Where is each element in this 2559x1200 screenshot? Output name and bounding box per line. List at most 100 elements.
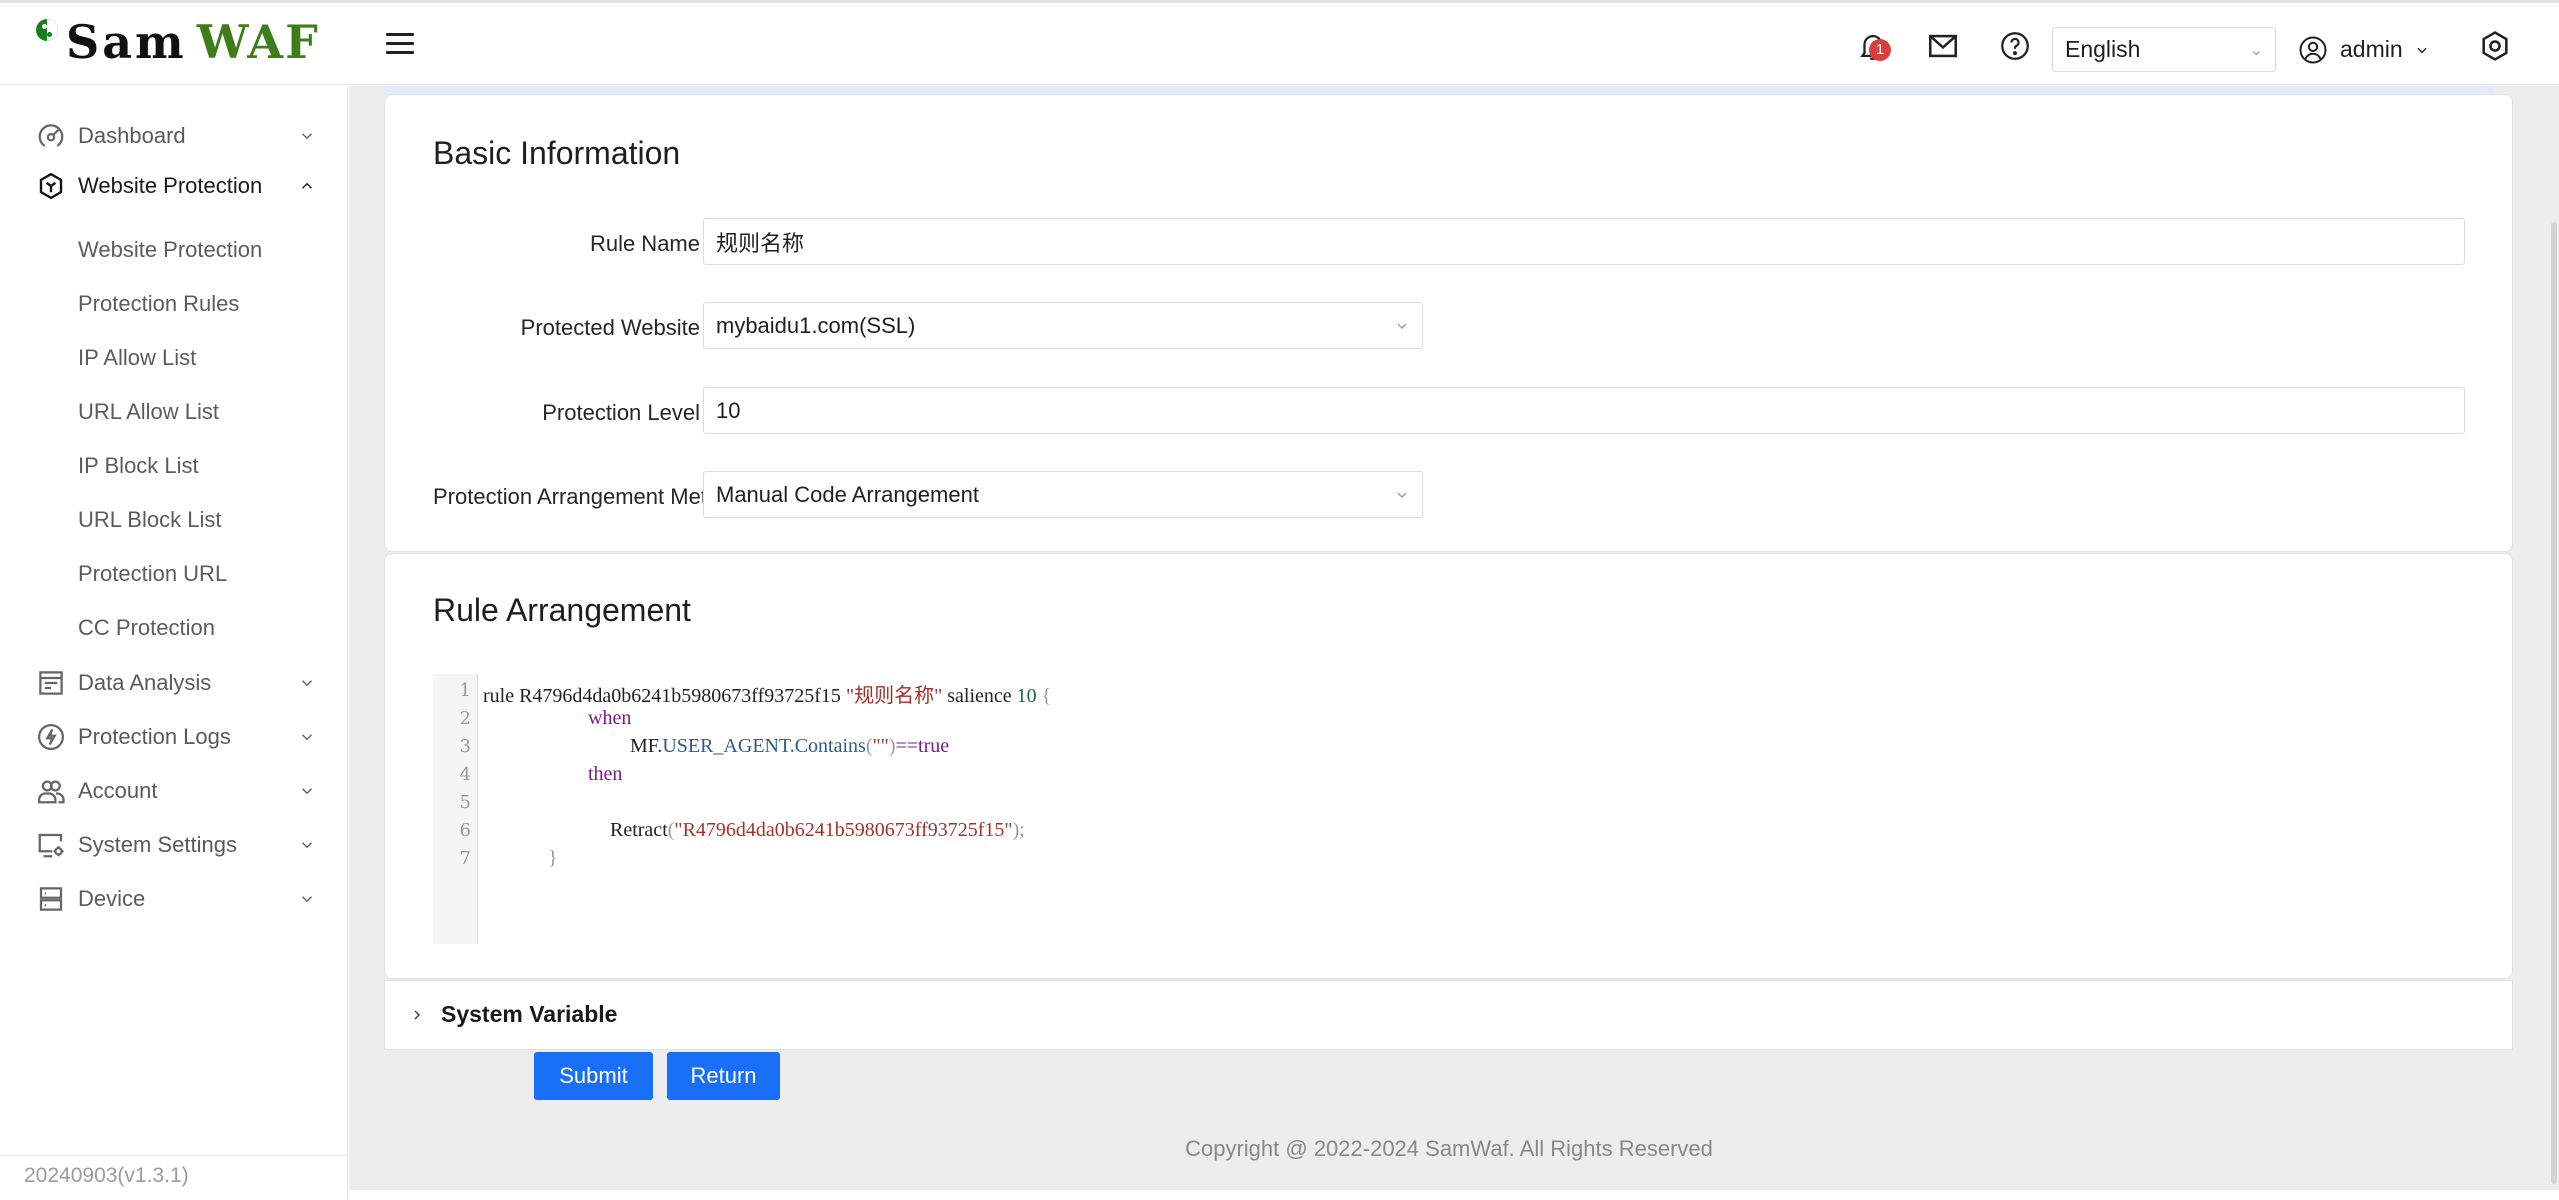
sidebar-item-account[interactable]: Account	[0, 767, 348, 815]
sidebar-subitem-cc-protection[interactable]: CC Protection	[0, 605, 348, 651]
line-number: 1	[459, 680, 471, 701]
sidebar-subitem-protection-url[interactable]: Protection URL	[0, 551, 348, 597]
code-token: Retract	[610, 819, 668, 841]
protection-level-label: Protection Level	[542, 400, 700, 425]
code-line-2: when	[588, 707, 632, 729]
copyright-text: Copyright @ 2022-2024 SamWaf. All Rights…	[1185, 1136, 1713, 1161]
sidebar-item-data-analysis[interactable]: Data Analysis	[0, 659, 348, 707]
code-token: )	[888, 735, 896, 757]
sidebar-subitem-ip-block-list[interactable]: IP Block List	[0, 443, 348, 489]
header: Sam WAF 1 English ⌄ admin	[0, 3, 2559, 85]
sidebar-item-label: Protection Logs	[78, 724, 231, 749]
code-editor[interactable]: 1 2 3 4 5 6 7 rule R4796d4da0b6241b59806…	[433, 674, 2333, 944]
user-icon	[2299, 36, 2327, 63]
code-token: (	[865, 735, 873, 757]
sidebar: Dashboard Website Protection Website Pro…	[0, 86, 348, 1200]
protected-website-select[interactable]: mybaidu1.com(SSL)	[703, 302, 1423, 349]
submit-button[interactable]: Submit	[534, 1052, 653, 1100]
arrangement-method-select[interactable]: Manual Code Arrangement	[703, 471, 1423, 518]
code-token: 10	[1016, 685, 1037, 707]
sidebar-subitem-label: URL Block List	[78, 507, 222, 532]
code-token: MF.	[630, 735, 663, 757]
code-token: rule R4796d4da0b6241b5980673ff93725f15	[483, 685, 846, 707]
chevron-down-icon: ⌄	[2249, 41, 2263, 59]
settings-icon[interactable]	[2478, 29, 2512, 63]
code-line-1: rule R4796d4da0b6241b5980673ff93725f15 "…	[483, 679, 1051, 708]
sidebar-item-dashboard[interactable]: Dashboard	[0, 112, 348, 160]
sidebar-item-website-protection[interactable]: Website Protection	[0, 162, 348, 210]
scrollbar-thumb[interactable]	[2551, 222, 2557, 1184]
logo-text-sam: Sam	[66, 15, 187, 69]
sidebar-item-label: Data Analysis	[78, 670, 212, 695]
code-line-4: then	[588, 763, 623, 785]
sidebar-item-system-settings[interactable]: System Settings	[0, 821, 348, 869]
chevron-down-icon	[301, 896, 313, 903]
line-number: 3	[459, 736, 471, 757]
chevron-down-icon	[301, 680, 313, 687]
users-icon	[38, 780, 65, 804]
help-icon[interactable]	[1998, 29, 2032, 63]
system-variable-label[interactable]: System Variable	[441, 1001, 617, 1028]
sidebar-item-device[interactable]: Device	[0, 875, 348, 923]
chevron-down-icon	[301, 788, 313, 795]
sidebar-subitem-label: Website Protection	[78, 237, 263, 262]
language-select[interactable]: English ⌄	[2052, 27, 2276, 72]
chevron-down-icon	[2417, 47, 2427, 53]
rule-arrangement-title: Rule Arrangement	[433, 592, 691, 628]
code-token: salience	[942, 685, 1017, 707]
line-number: 5	[459, 792, 471, 813]
sidebar-subitem-website-protection[interactable]: Website Protection	[0, 227, 348, 273]
yin-yang-icon	[36, 19, 58, 41]
rule-arrangement-card: Rule Arrangement 1 2 3 4 5 6 7 rule R479…	[384, 553, 2513, 979]
code-line-7: }	[548, 847, 558, 869]
sidebar-subitem-label: CC Protection	[78, 615, 215, 640]
mail-icon[interactable]	[1926, 29, 1960, 63]
chevron-up-icon	[301, 182, 313, 189]
rule-name-input[interactable]: 规则名称	[703, 218, 2465, 265]
dashboard-icon	[38, 124, 64, 147]
language-value: English	[2065, 36, 2141, 62]
lightning-icon	[38, 724, 64, 750]
sidebar-item-label: Dashboard	[78, 123, 186, 148]
code-token: {	[1036, 685, 1052, 707]
line-number-gutter: 1 2 3 4 5 6 7	[433, 674, 478, 944]
notification-badge[interactable]: 1	[1869, 39, 1891, 61]
chevron-right-icon[interactable]	[409, 1005, 425, 1025]
logo[interactable]: Sam WAF	[36, 15, 320, 69]
line-number: 7	[459, 848, 471, 869]
sidebar-subitem-protection-rules[interactable]: Protection Rules	[0, 281, 348, 327]
sidebar-subitem-label: URL Allow List	[78, 399, 220, 424]
menu-icon[interactable]	[386, 33, 414, 57]
protection-level-input[interactable]: 10	[703, 387, 2465, 434]
user-menu[interactable]: admin	[2298, 27, 2441, 72]
sidebar-subitem-url-block-list[interactable]: URL Block List	[0, 497, 348, 543]
sidebar-item-label: System Settings	[78, 832, 237, 857]
protection-level-value: 10	[716, 397, 741, 423]
main-content: Basic Information Rule Name 规则名称 Protect…	[349, 86, 2559, 1190]
chevron-down-icon	[301, 133, 313, 140]
monitor-settings-icon	[38, 833, 64, 858]
sidebar-subitem-label: IP Allow List	[78, 345, 197, 370]
code-token: "规则名称"	[845, 685, 943, 707]
code-token: ==true	[895, 735, 950, 757]
sidebar-item-protection-logs[interactable]: Protection Logs	[0, 713, 348, 761]
chevron-down-icon	[301, 842, 313, 849]
data-analysis-icon	[39, 671, 63, 695]
sidebar-subitem-label: Protection URL	[78, 561, 228, 586]
protected-website-value: mybaidu1.com(SSL)	[716, 312, 916, 338]
code-token: ""	[872, 735, 889, 757]
line-number: 4	[459, 764, 471, 785]
arrangement-method-label: Protection Arrangement Method	[433, 484, 703, 509]
rule-name-value: 规则名称	[716, 230, 805, 256]
sidebar-subitem-label: Protection Rules	[78, 291, 240, 316]
chevron-down-icon	[1397, 323, 1407, 329]
line-number: 2	[459, 708, 471, 729]
sidebar-subitem-url-allow-list[interactable]: URL Allow List	[0, 389, 348, 435]
sidebar-subitem-ip-allow-list[interactable]: IP Allow List	[0, 335, 348, 381]
return-button[interactable]: Return	[667, 1052, 780, 1100]
system-variable-panel[interactable]: System Variable	[384, 980, 2513, 1050]
rule-name-label: Rule Name	[589, 231, 700, 256]
chevron-down-icon	[301, 734, 313, 741]
code-line-3: MF.USER_AGENT.Contains("")==true	[630, 735, 949, 758]
server-icon	[39, 887, 63, 911]
